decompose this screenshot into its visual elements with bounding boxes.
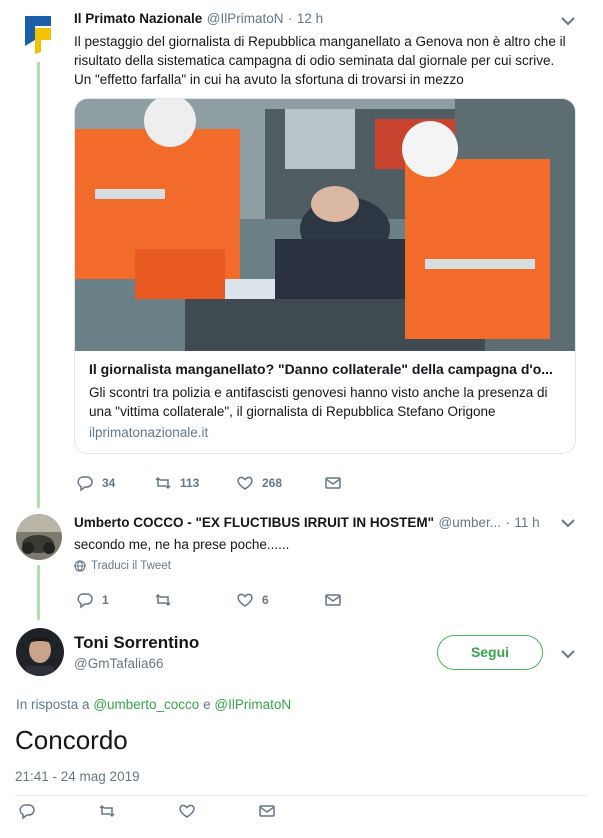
avatar-umberto[interactable] (16, 514, 62, 560)
chevron-down-icon[interactable] (559, 645, 577, 663)
retweet-icon (99, 804, 115, 818)
retweet-button[interactable]: 113 (154, 474, 236, 492)
tweet-text: Concordo (15, 725, 128, 755)
like-icon (237, 476, 253, 490)
reply-context: In risposta a @umberto_cocco e @IlPrimat… (16, 697, 292, 712)
author-name[interactable]: Il Primato Nazionale (74, 11, 202, 26)
dm-button[interactable] (324, 474, 342, 492)
like-button[interactable] (178, 802, 258, 820)
retweet-count: 113 (180, 476, 200, 490)
like-count: 268 (262, 476, 283, 490)
tweet-text: Il pestaggio del giornalista di Repubbli… (74, 34, 566, 87)
like-button[interactable]: 6 (236, 591, 324, 609)
dm-icon (325, 594, 341, 606)
author-name[interactable]: Umberto COCCO - "EX FLUCTIBUS IRRUIT IN … (74, 515, 434, 530)
author-handle[interactable]: @GmTafalia66 (74, 656, 164, 671)
reply-icon (19, 804, 35, 820)
reply-button[interactable]: 34 (76, 474, 154, 492)
retweet-button[interactable] (98, 802, 178, 820)
reply-icon (77, 476, 93, 492)
reply-count: 1 (102, 593, 109, 607)
chevron-down-icon[interactable] (559, 514, 577, 532)
like-icon (179, 804, 195, 818)
avatar-primato[interactable] (17, 10, 57, 54)
translate-link[interactable]: Traduci il Tweet (74, 560, 171, 572)
tweet-umberto[interactable]: Umberto COCCO - "EX FLUCTIBUS IRRUIT IN … (0, 508, 603, 620)
retweet-icon (155, 593, 171, 607)
like-button[interactable]: 268 (236, 474, 324, 492)
author-handle[interactable]: @IlPrimatoN (207, 11, 284, 26)
dm-button[interactable] (258, 802, 276, 820)
chevron-down-icon[interactable] (559, 12, 577, 30)
dm-icon (325, 477, 341, 489)
tweet-time[interactable]: 11 h (514, 515, 539, 530)
card-image (75, 99, 575, 351)
dm-icon (259, 805, 275, 817)
author-name[interactable]: Toni Sorrentino (74, 633, 199, 653)
reply-user-link[interactable]: @IlPrimatoN (214, 697, 291, 712)
reply-button[interactable] (18, 802, 98, 820)
tweet-time[interactable]: 12 h (297, 11, 323, 26)
reply-icon (77, 593, 93, 609)
dm-button[interactable] (324, 591, 342, 609)
reply-count: 34 (102, 476, 116, 490)
reply-user-link[interactable]: @umberto_cocco (93, 697, 199, 712)
tweet-timestamp[interactable]: 21:41 - 24 mag 2019 (15, 769, 140, 784)
tweet-text: secondo me, ne ha prese poche...... (74, 537, 290, 552)
like-icon (237, 593, 253, 607)
globe-icon (74, 560, 86, 572)
retweet-button[interactable] (154, 591, 236, 609)
like-count: 6 (262, 593, 269, 607)
author-handle[interactable]: @umber... (439, 515, 501, 530)
translate-label: Traduci il Tweet (91, 560, 171, 572)
retweet-icon (155, 476, 171, 490)
card-domain: ilprimatonazionale.it (89, 425, 209, 440)
follow-button[interactable]: Segui (437, 635, 543, 670)
link-card[interactable]: Il giornalista manganellato? "Danno coll… (74, 98, 576, 454)
card-description: Gli scontri tra polizia e antifascisti g… (89, 385, 548, 419)
card-title[interactable]: Il giornalista manganellato? "Danno coll… (89, 361, 553, 377)
tweet-primato[interactable]: Il Primato Nazionale @IlPrimatoN · 12 h … (0, 0, 603, 508)
avatar-toni[interactable] (16, 628, 64, 676)
reply-button[interactable]: 1 (76, 591, 154, 609)
divider (15, 795, 588, 796)
